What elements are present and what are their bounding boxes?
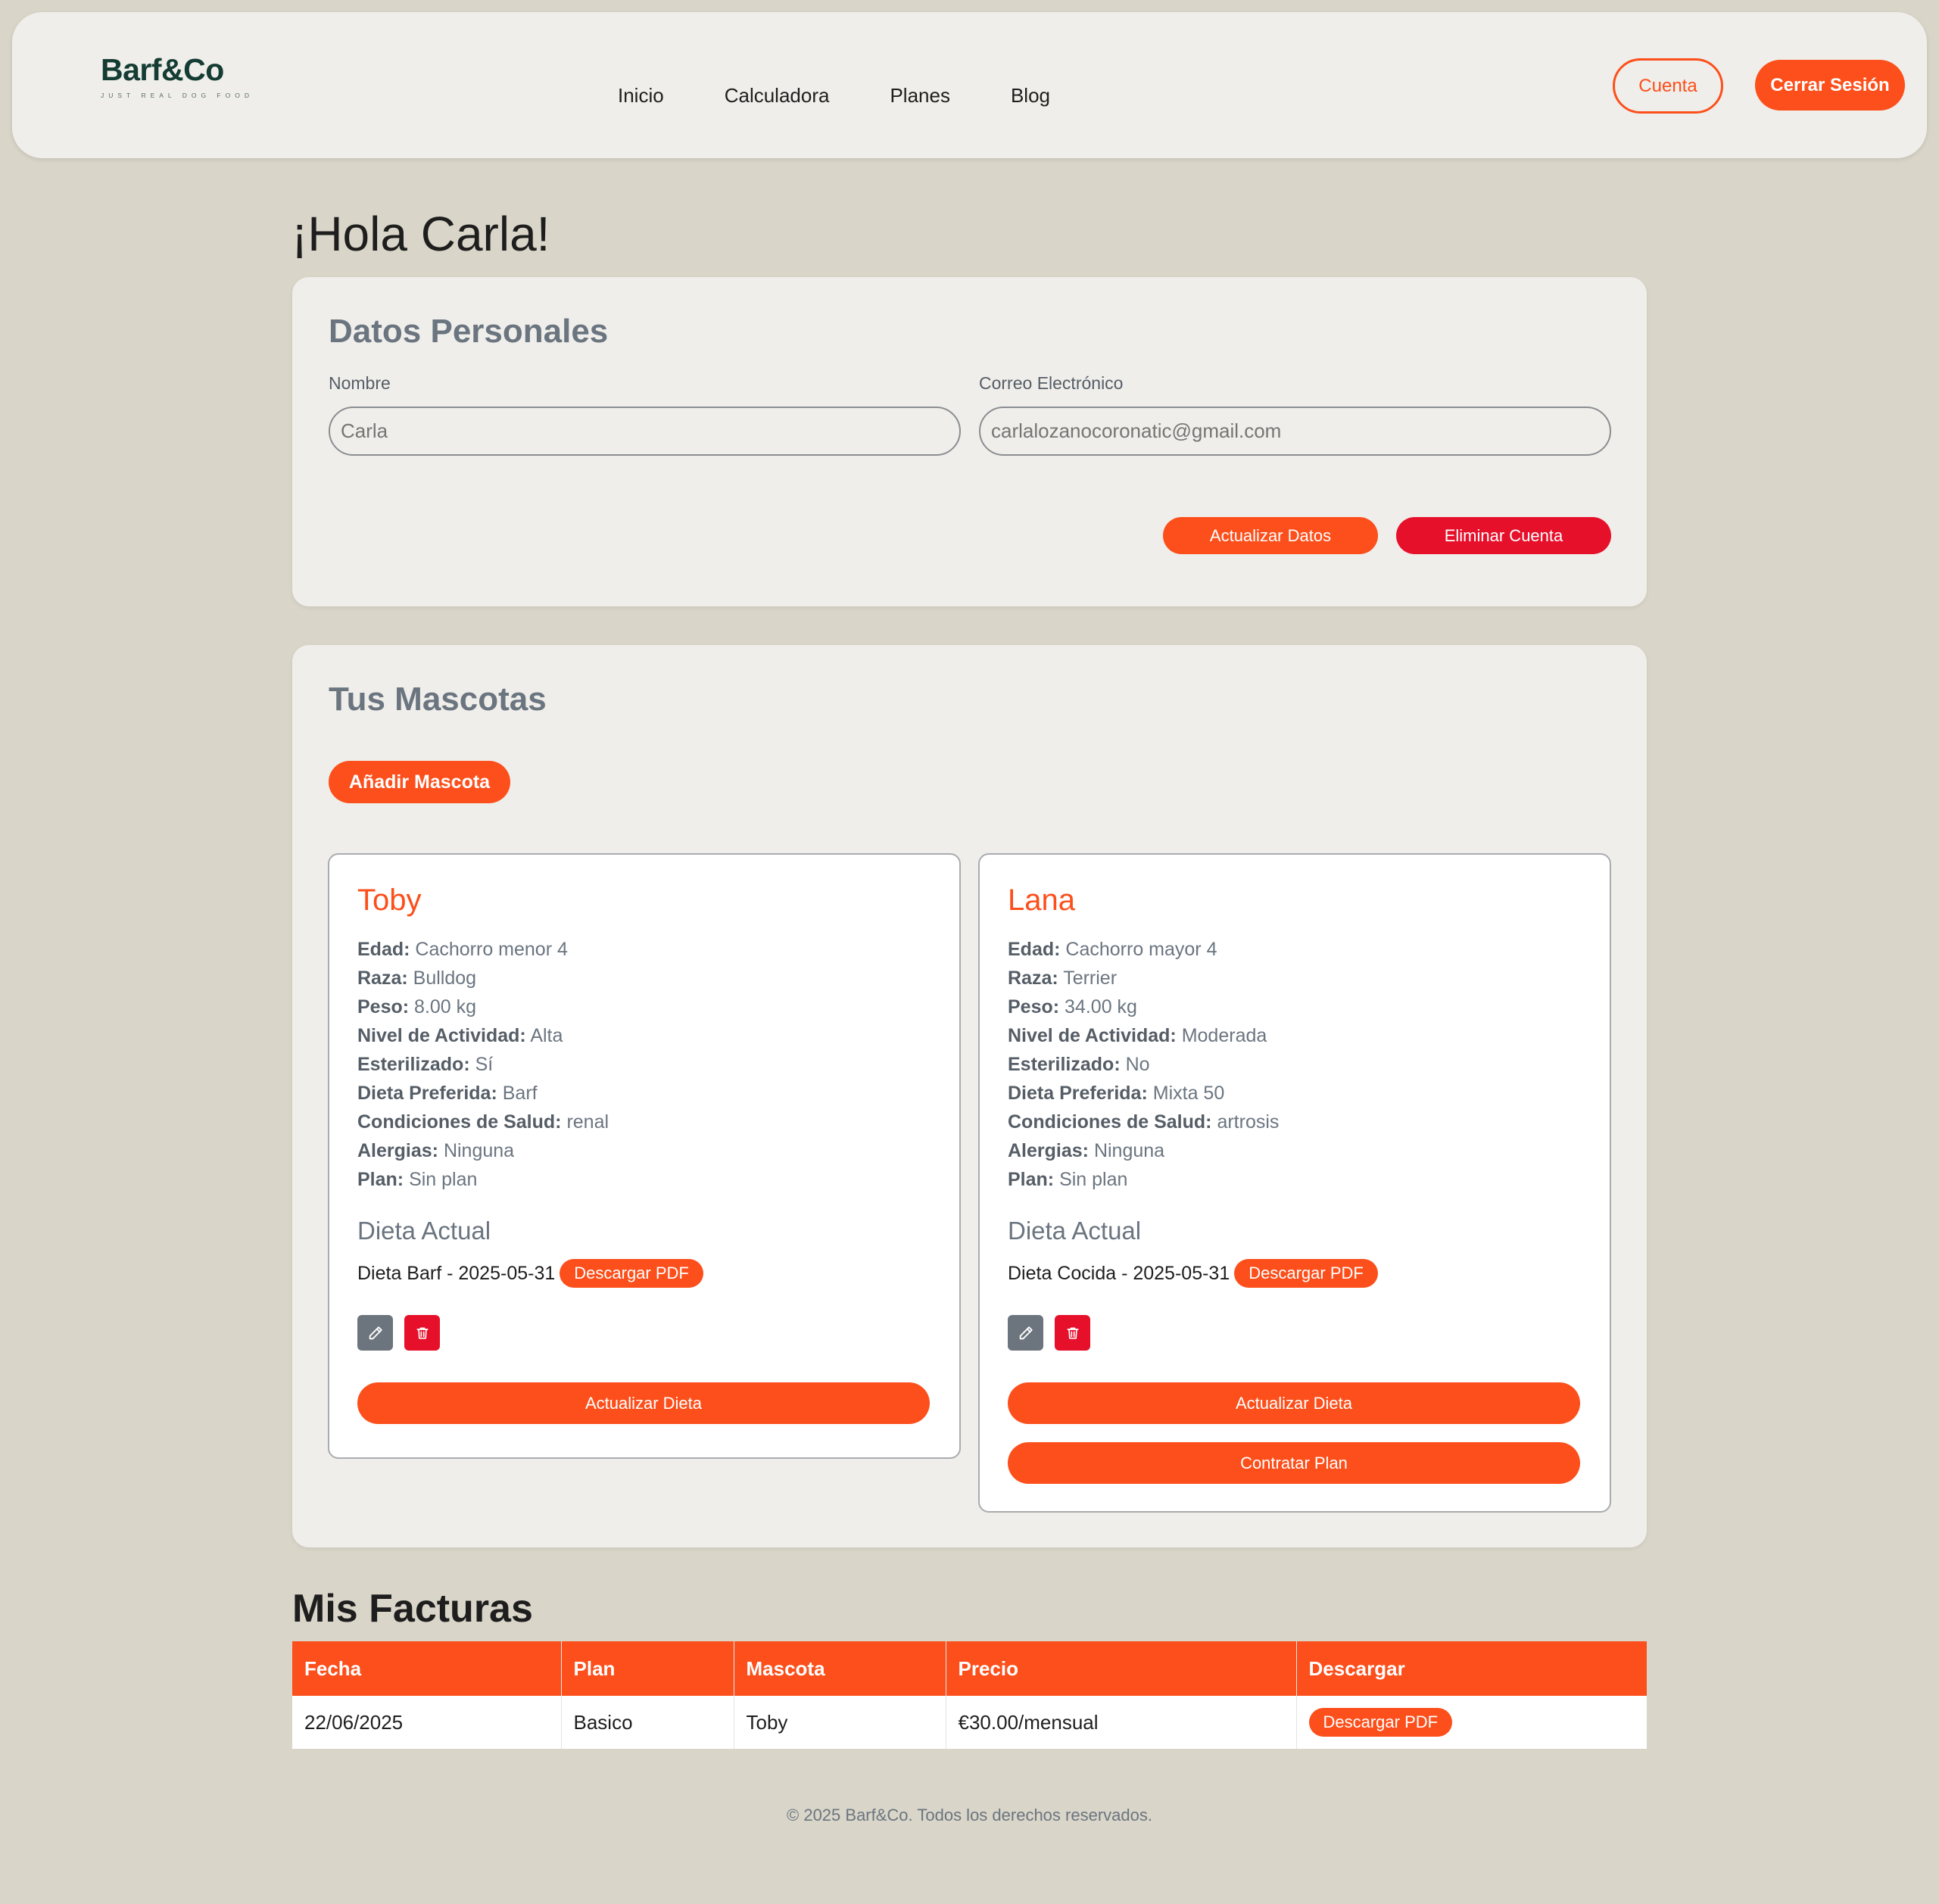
download-diet-pdf-button[interactable]: Descargar PDF (560, 1259, 703, 1288)
personal-data-card: Datos Personales Nombre Correo Electróni… (292, 277, 1647, 606)
pet-activity: Nivel de Actividad: Alta (357, 1025, 563, 1046)
footer-copyright: © 2025 Barf&Co. Todos los derechos reser… (787, 1806, 1152, 1825)
current-diet-title: Dieta Actual (357, 1217, 491, 1245)
personal-data-title: Datos Personales (329, 313, 609, 350)
column-header-plan: Plan (561, 1641, 734, 1696)
invoice-date: 22/06/2025 (292, 1696, 562, 1749)
pet-health-conditions: Condiciones de Salud: renal (357, 1111, 609, 1133)
logout-button[interactable]: Cerrar Sesión (1755, 60, 1905, 111)
greeting-title: ¡Hola Carla! (291, 207, 550, 261)
column-header-descargar: Descargar (1296, 1641, 1647, 1696)
pencil-icon (369, 1326, 382, 1339)
column-header-fecha: Fecha (292, 1641, 562, 1696)
pet-breed: Raza: Bulldog (357, 968, 477, 989)
pet-card-lana: Lana Edad: Cachorro mayor 4 Raza: Terrie… (978, 853, 1611, 1513)
invoice-download-cell: Descargar PDF (1296, 1696, 1647, 1749)
invoice-plan: Basico (561, 1696, 734, 1749)
trash-icon (416, 1327, 428, 1338)
current-diet: Dieta Barf - 2025-05-31 Descargar PDF (357, 1259, 703, 1288)
nav-link-blog[interactable]: Blog (1011, 84, 1050, 108)
current-diet-text: Dieta Barf - 2025-05-31 (357, 1262, 556, 1284)
nav-link-planes[interactable]: Planes (890, 84, 950, 108)
delete-account-button[interactable]: Eliminar Cuenta (1396, 517, 1611, 554)
name-label: Nombre (329, 373, 391, 393)
pet-plan: Plan: Sin plan (357, 1169, 478, 1190)
logo-tagline: JUST REAL DOG FOOD (101, 92, 254, 99)
nav-link-inicio[interactable]: Inicio (618, 84, 664, 108)
invoices-table: Fecha Plan Mascota Precio Descargar 22/0… (292, 1641, 1647, 1749)
nav-link-calculadora[interactable]: Calculadora (725, 84, 830, 108)
pet-age: Edad: Cachorro menor 4 (357, 939, 568, 960)
pet-activity: Nivel de Actividad: Moderada (1008, 1025, 1267, 1046)
add-pet-button[interactable]: Añadir Mascota (329, 761, 510, 803)
current-diet: Dieta Cocida - 2025-05-31 Descargar PDF (1008, 1259, 1378, 1288)
logo[interactable]: Barf&Co JUST REAL DOG FOOD (101, 52, 254, 100)
navbar: Barf&Co JUST REAL DOG FOOD Inicio Calcul… (12, 12, 1927, 158)
pet-name: Toby (357, 883, 422, 917)
pet-sterilized: Esterilizado: Sí (357, 1054, 494, 1075)
pet-preferred-diet: Dieta Preferida: Barf (357, 1083, 538, 1104)
pet-allergies: Alergias: Ninguna (357, 1140, 515, 1161)
table-row: 22/06/2025 Basico Toby €30.00/mensual De… (292, 1696, 1647, 1749)
column-header-mascota: Mascota (734, 1641, 946, 1696)
column-header-precio: Precio (946, 1641, 1297, 1696)
logo-text: Barf&Co (101, 52, 224, 87)
table-header-row: Fecha Plan Mascota Precio Descargar (292, 1641, 1647, 1696)
update-diet-button[interactable]: Actualizar Dieta (1008, 1382, 1580, 1424)
pets-title: Tus Mascotas (329, 681, 547, 718)
download-invoice-pdf-button[interactable]: Descargar PDF (1308, 1708, 1453, 1737)
edit-pet-button[interactable] (357, 1315, 393, 1351)
current-diet-title: Dieta Actual (1008, 1217, 1142, 1245)
update-data-button[interactable]: Actualizar Datos (1163, 517, 1378, 554)
pet-weight: Peso: 8.00 kg (357, 996, 477, 1017)
email-label: Correo Electrónico (979, 373, 1124, 393)
pet-info: Edad: Cachorro menor 4 Raza: Bulldog Pes… (357, 935, 609, 1194)
trash-icon (1067, 1327, 1078, 1338)
pet-allergies: Alergias: Ninguna (1008, 1140, 1165, 1161)
pet-preferred-diet: Dieta Preferida: Mixta 50 (1008, 1083, 1225, 1104)
delete-pet-button[interactable] (1055, 1315, 1090, 1351)
download-diet-pdf-button[interactable]: Descargar PDF (1234, 1259, 1378, 1288)
invoice-price: €30.00/mensual (946, 1696, 1297, 1749)
pet-weight: Peso: 34.00 kg (1008, 996, 1137, 1017)
account-button[interactable]: Cuenta (1613, 58, 1723, 114)
delete-pet-button[interactable] (404, 1315, 440, 1351)
pet-plan: Plan: Sin plan (1008, 1169, 1128, 1190)
pet-info: Edad: Cachorro mayor 4 Raza: Terrier Pes… (1008, 935, 1279, 1194)
pet-name: Lana (1008, 883, 1075, 917)
pets-card: Tus Mascotas Añadir Mascota Toby Edad: C… (292, 645, 1647, 1547)
pet-sterilized: Esterilizado: No (1008, 1054, 1150, 1075)
edit-pet-button[interactable] (1008, 1315, 1043, 1351)
pet-health-conditions: Condiciones de Salud: artrosis (1008, 1111, 1280, 1133)
current-diet-text: Dieta Cocida - 2025-05-31 (1008, 1262, 1230, 1284)
invoice-pet: Toby (734, 1696, 946, 1749)
main-nav: Inicio Calculadora Planes Blog (618, 84, 1111, 108)
invoices-title: Mis Facturas (292, 1587, 533, 1631)
email-input[interactable] (979, 407, 1611, 456)
pencil-icon (1019, 1326, 1033, 1339)
contract-plan-button[interactable]: Contratar Plan (1008, 1442, 1580, 1484)
name-input[interactable] (329, 407, 961, 456)
update-diet-button[interactable]: Actualizar Dieta (357, 1382, 930, 1424)
pet-card-toby: Toby Edad: Cachorro menor 4 Raza: Bulldo… (328, 853, 961, 1459)
pet-breed: Raza: Terrier (1008, 968, 1118, 989)
pet-age: Edad: Cachorro mayor 4 (1008, 939, 1217, 960)
